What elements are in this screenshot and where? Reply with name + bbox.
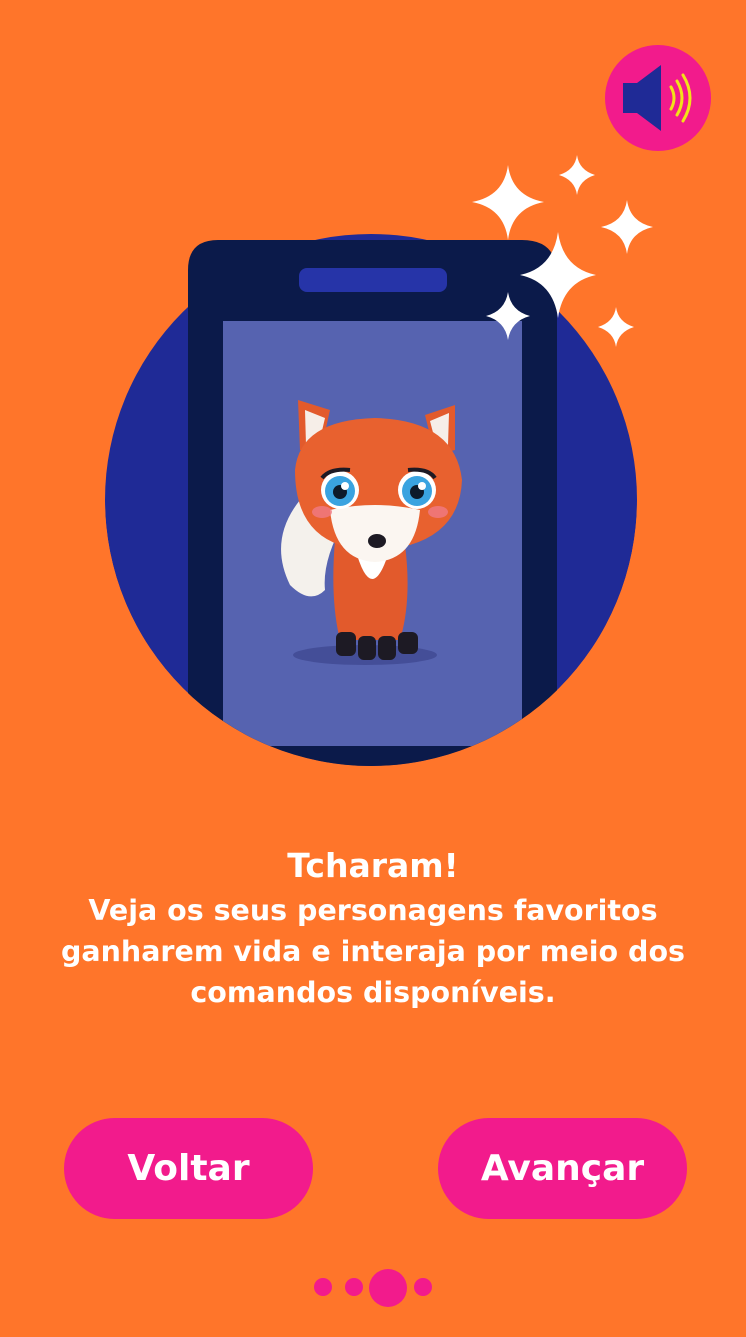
- page-dot[interactable]: [314, 1278, 332, 1296]
- speaker-volume-icon: [623, 65, 692, 131]
- page-dot-active[interactable]: [369, 1269, 407, 1307]
- onboarding-screen: Tcharam! Veja os seus personagens favori…: [0, 0, 746, 1337]
- ar-illustration: [0, 140, 746, 800]
- pagination-dots: [0, 1268, 746, 1307]
- page-dot[interactable]: [414, 1278, 432, 1296]
- page-title: Tcharam!: [287, 846, 459, 885]
- sound-toggle-button[interactable]: [605, 45, 711, 151]
- back-button[interactable]: Voltar: [64, 1118, 313, 1219]
- description-text: Veja os seus personagens favoritos ganha…: [60, 894, 686, 1009]
- page-dot[interactable]: [345, 1278, 363, 1296]
- next-button[interactable]: Avançar: [438, 1118, 687, 1219]
